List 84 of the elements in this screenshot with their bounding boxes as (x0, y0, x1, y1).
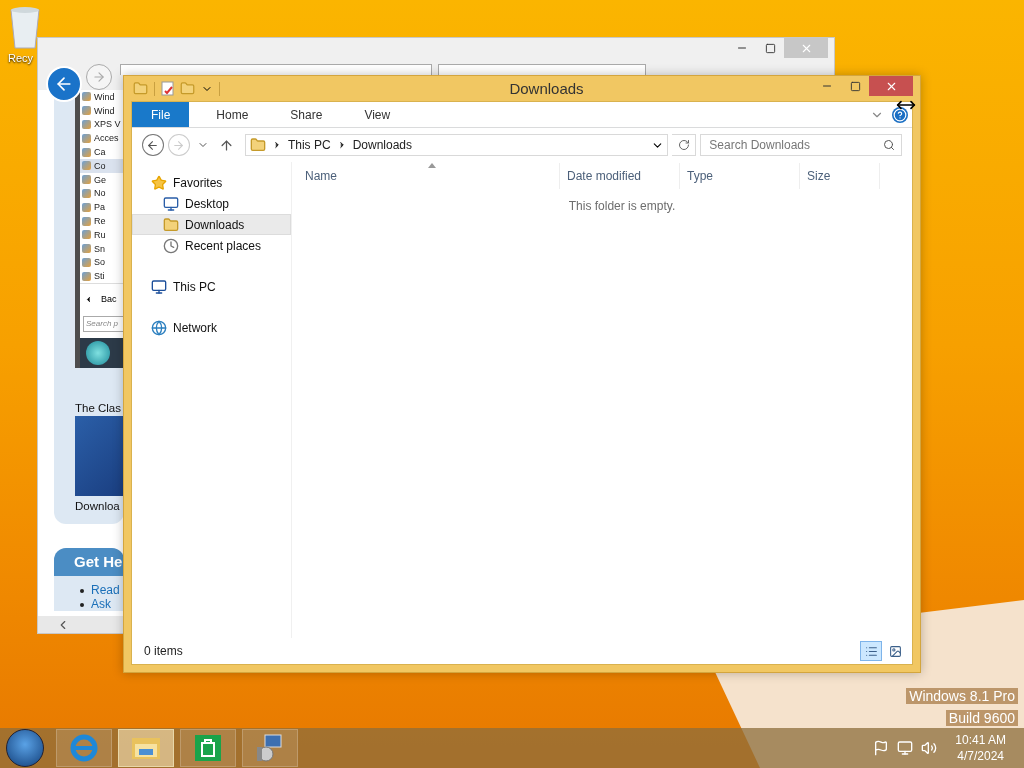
caret-icon (84, 294, 93, 304)
sort-caret-icon (428, 163, 436, 168)
program-item[interactable]: Ca (80, 145, 124, 159)
bullet-icon (80, 602, 84, 607)
folder-download-icon (163, 216, 179, 233)
document-check-icon[interactable] (161, 81, 174, 96)
help-icon[interactable] (892, 106, 908, 123)
picture-icon (888, 644, 902, 658)
ribbon-tab[interactable]: Share (275, 102, 338, 127)
address-field[interactable] (120, 64, 432, 75)
folder-download-icon[interactable] (133, 81, 148, 96)
program-item[interactable]: Sti (80, 269, 124, 284)
search-field[interactable]: Search Downloads (700, 134, 902, 156)
computer-icon (151, 278, 167, 295)
program-item[interactable]: Sn (80, 241, 124, 256)
item-count: 0 items (144, 644, 183, 658)
build-text: Build 9600 (945, 710, 1018, 726)
nav-item[interactable]: Network (132, 317, 291, 338)
maximize-icon (849, 80, 861, 92)
taskbar-app-button[interactable] (118, 729, 174, 767)
column-header[interactable]: Date modified (560, 163, 680, 189)
program-item[interactable]: Pa (80, 200, 124, 215)
column-header[interactable]: Name (298, 163, 560, 189)
nav-item[interactable]: This PC (132, 276, 291, 297)
help-heading: Get He (54, 548, 124, 577)
back-button[interactable] (142, 134, 164, 156)
ribbon-tab[interactable]: View (349, 102, 406, 127)
column-header[interactable]: Size (800, 163, 880, 189)
bullet-icon (80, 588, 84, 593)
download-text: Downloa (75, 500, 120, 513)
edition-text: Windows 8.1 Pro (906, 688, 1018, 704)
refresh-button[interactable] (672, 134, 697, 156)
program-item[interactable]: Re (80, 214, 124, 228)
breadcrumb-item[interactable]: This PC (287, 138, 331, 152)
refresh-icon (677, 139, 690, 151)
arrow-right-icon (92, 70, 106, 84)
nav-item[interactable]: Recent places (132, 235, 291, 256)
breadcrumb-item[interactable]: Downloads (352, 138, 412, 152)
network-globe-icon (151, 319, 167, 336)
back-label[interactable]: Bac (101, 294, 117, 305)
nav-item[interactable]: Desktop (132, 193, 291, 214)
program-item[interactable]: Co (80, 159, 124, 173)
maximize-icon (764, 42, 776, 54)
flag-icon[interactable] (873, 740, 890, 756)
start-orb-icon[interactable] (86, 341, 110, 366)
arrow-left-icon (146, 138, 160, 152)
folder-icon (131, 735, 161, 761)
recent-places-icon (163, 237, 179, 254)
folder-download-icon (249, 137, 266, 153)
program-item[interactable]: No (80, 186, 124, 201)
start-button[interactable] (6, 729, 44, 767)
browser-e-icon (70, 734, 98, 762)
forward-button[interactable] (86, 64, 112, 90)
ribbon-tab[interactable]: File (132, 102, 190, 127)
list-icon (864, 644, 878, 658)
browser-tab[interactable] (438, 64, 646, 75)
folder-icon[interactable] (180, 81, 195, 96)
program-item[interactable]: Ru (80, 227, 124, 242)
program-item[interactable]: XPS V (80, 117, 124, 132)
nav-item[interactable]: Downloads (132, 214, 291, 235)
desktop-icon (163, 195, 179, 212)
details-view-button[interactable] (860, 641, 882, 661)
article-title: The Clas (75, 402, 122, 415)
computer-disc-icon (255, 733, 285, 763)
ribbon-tab[interactable]: Home (201, 102, 264, 127)
empty-folder-message: This folder is empty. (568, 199, 676, 213)
help-link[interactable]: Read (91, 584, 120, 598)
horizontal-scrollbar[interactable] (38, 616, 124, 633)
star-icon (151, 174, 167, 191)
recycle-bin-icon[interactable] (8, 6, 42, 50)
program-item[interactable]: So (80, 255, 124, 270)
program-item[interactable]: Acces (80, 131, 124, 146)
program-item[interactable]: Wind (80, 90, 124, 104)
search-icon (883, 139, 895, 151)
address-bar[interactable]: This PC Downloads (244, 134, 669, 156)
program-item[interactable]: Ge (80, 172, 124, 187)
program-item[interactable]: Wind (80, 103, 124, 118)
help-link[interactable]: Ask (91, 598, 111, 612)
nav-item[interactable]: Favorites (132, 172, 291, 193)
column-header[interactable]: Type (680, 163, 800, 189)
arrow-right-icon (172, 138, 186, 152)
shopping-bag-icon (194, 734, 222, 762)
window-title: Downloads (508, 80, 585, 97)
question-icon (893, 107, 907, 122)
